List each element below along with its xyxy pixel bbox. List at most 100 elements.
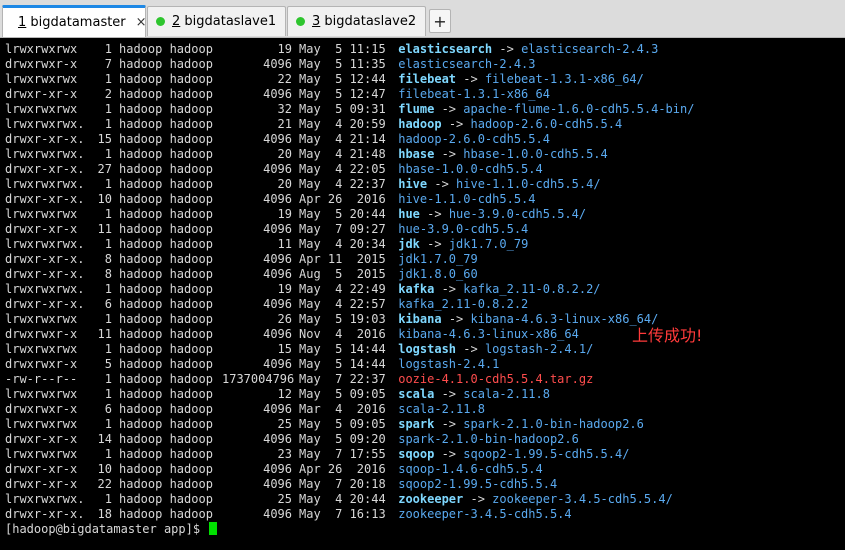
file-size: 20 (277, 177, 292, 191)
modified-date: Apr 26 2016 (299, 192, 386, 206)
symlink-target: logstash-2.4.1/ (484, 342, 594, 356)
modified-date: May 4 21:14 (299, 132, 386, 146)
directory-name: spark-2.1.0-bin-hadoop2.6 (398, 432, 579, 446)
symlink-target: sqoop2-1.99.5-cdh5.5.4/ (463, 447, 630, 461)
permissions: lrwxrwxrwx (5, 102, 78, 116)
owner-group: hadoop hadoop (119, 147, 213, 161)
file-size: 4096 (263, 297, 292, 311)
file-size: 4096 (263, 507, 292, 521)
permissions: lrwxrwxrwx (5, 417, 78, 431)
listing-row: drwxrwxr-x 7 hadoop hadoop 4096 May 5 11:35 … (5, 57, 536, 72)
directory-name: elasticsearch-2.4.3 (398, 57, 536, 71)
file-size: 4096 (263, 477, 292, 491)
listing-row: lrwxrwxrwx. 1 hadoop hadoop 20 May 4 21:48 h… (5, 147, 608, 162)
permissions: drwxr-xr-x. (5, 297, 85, 311)
listing-row: drwxr-xr-x 11 hadoop hadoop 4096 May 7 09:27… (5, 222, 528, 237)
file-size: 19 (277, 207, 292, 221)
file-size: 4096 (263, 402, 292, 416)
owner-group: hadoop hadoop (119, 252, 213, 266)
link-count: 10 (97, 192, 112, 206)
owner-group: hadoop hadoop (119, 42, 213, 56)
permissions: lrwxrwxrwx (5, 207, 78, 221)
directory-name: scala-2.11.8 (398, 402, 485, 416)
link-count: 1 (104, 282, 112, 296)
listing-row: drwxr-xr-x. 8 hadoop hadoop 4096 Aug 5 2015 … (5, 267, 478, 282)
directory-name: filebeat-1.3.1-x86_64 (398, 87, 550, 101)
symlink-arrow: -> (434, 282, 464, 296)
owner-group: hadoop hadoop (119, 417, 213, 431)
modified-date: May 5 11:15 (299, 42, 386, 56)
symlink-target: zookeeper-3.4.5-cdh5.5.4/ (492, 492, 673, 506)
file-size: 22 (277, 72, 292, 86)
symlink-name: jdk (398, 237, 420, 251)
permissions: lrwxrwxrwx. (5, 117, 85, 131)
link-count: 11 (97, 222, 112, 236)
link-count: 1 (104, 207, 112, 221)
listing-row: drwxrwxr-x 5 hadoop hadoop 4096 May 5 14:44 … (5, 357, 499, 372)
file-size: 15 (277, 342, 292, 356)
permissions: drwxrwxr-x (5, 327, 78, 341)
file-size: 19 (277, 282, 292, 296)
listing-row: lrwxrwxrwx 1 hadoop hadoop 23 May 7 17:55 sq… (5, 447, 629, 462)
listing-row: drwxr-xr-x. 10 hadoop hadoop 4096 Apr 26 201… (5, 192, 536, 207)
tab-bigdataslave2[interactable]: 3 bigdataslave2 (287, 6, 426, 36)
link-count: 7 (104, 57, 112, 71)
file-size: 4096 (263, 222, 292, 236)
directory-name: jdk1.7.0_79 (398, 252, 478, 266)
permissions: drwxr-xr-x. (5, 507, 85, 521)
owner-group: hadoop hadoop (119, 507, 213, 521)
permissions: lrwxrwxrwx. (5, 237, 85, 251)
modified-date: May 7 17:55 (299, 447, 386, 461)
owner-group: hadoop hadoop (119, 117, 213, 131)
permissions: lrwxrwxrwx (5, 312, 78, 326)
link-count: 8 (104, 252, 112, 266)
owner-group: hadoop hadoop (119, 312, 213, 326)
file-size: 1737004796 (222, 372, 295, 386)
symlink-name: kibana (398, 312, 442, 326)
listing-row: drwxr-xr-x. 15 hadoop hadoop 4096 May 4 21:1… (5, 132, 550, 147)
directory-name: hadoop-2.6.0-cdh5.5.4 (398, 132, 550, 146)
owner-group: hadoop hadoop (119, 297, 213, 311)
modified-date: May 5 11:35 (299, 57, 386, 71)
symlink-target: apache-flume-1.6.0-cdh5.5.4-bin/ (463, 102, 695, 116)
listing-row: lrwxrwxrwx 1 hadoop hadoop 19 May 5 20:44 hu… (5, 207, 586, 222)
listing-row: drwxr-xr-x. 8 hadoop hadoop 4096 Apr 11 2015… (5, 252, 478, 267)
modified-date: Apr 26 2016 (299, 462, 386, 476)
symlink-arrow: -> (434, 417, 464, 431)
owner-group: hadoop hadoop (119, 432, 213, 446)
permissions: lrwxrwxrwx (5, 72, 78, 86)
symlink-name: hue (398, 207, 420, 221)
tab-bigdataslave1[interactable]: 2 bigdataslave1 (147, 6, 286, 36)
modified-date: May 7 16:13 (299, 507, 386, 521)
terminal-output[interactable]: lrwxrwxrwx 1 hadoop hadoop 19 May 5 11:15 el… (0, 38, 845, 550)
permissions: drwxrwxr-x (5, 57, 78, 71)
symlink-arrow: -> (434, 147, 464, 161)
new-tab-button[interactable]: + (429, 9, 451, 33)
directory-name: kibana-4.6.3-linux-x86_64 (398, 327, 579, 341)
modified-date: May 5 09:05 (299, 387, 386, 401)
owner-group: hadoop hadoop (119, 132, 213, 146)
owner-group: hadoop hadoop (119, 192, 213, 206)
file-size: 4096 (263, 192, 292, 206)
permissions: lrwxrwxrwx (5, 42, 78, 56)
listing-row: lrwxrwxrwx 1 hadoop hadoop 26 May 5 19:03 ki… (5, 312, 658, 327)
archive-file-name: oozie-4.1.0-cdh5.5.4.tar.gz (398, 372, 594, 386)
symlink-target: hadoop-2.6.0-cdh5.5.4 (470, 117, 623, 131)
link-count: 8 (104, 267, 112, 281)
symlink-arrow: -> (434, 102, 464, 116)
symlink-target: hbase-1.0.0-cdh5.5.4 (463, 147, 608, 161)
symlink-target: scala-2.11.8 (463, 387, 550, 401)
modified-date: May 4 22:05 (299, 162, 386, 176)
listing-row: lrwxrwxrwx. 1 hadoop hadoop 21 May 4 20:59 h… (5, 117, 622, 132)
symlink-target: kibana-4.6.3-linux-x86_64/ (470, 312, 659, 326)
session-status-dot (296, 17, 305, 26)
symlink-arrow: -> (419, 237, 449, 251)
listing-row: lrwxrwxrwx 1 hadoop hadoop 19 May 5 11:15 el… (5, 42, 658, 57)
owner-group: hadoop hadoop (119, 102, 213, 116)
tab-bigdatamaster[interactable]: 1 bigdatamaster × (2, 5, 147, 37)
permissions: lrwxrwxrwx (5, 342, 78, 356)
close-icon[interactable]: × (126, 15, 147, 30)
owner-group: hadoop hadoop (119, 222, 213, 236)
link-count: 6 (104, 402, 112, 416)
listing-row: drwxr-xr-x 22 hadoop hadoop 4096 May 7 20:18… (5, 477, 557, 492)
